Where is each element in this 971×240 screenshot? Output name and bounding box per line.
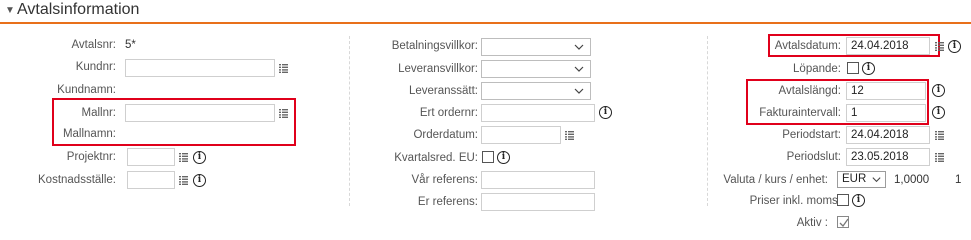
fakturaintervall-label: Fakturaintervall:: [759, 107, 841, 119]
column-separator: [349, 36, 350, 206]
avtalslangd-input[interactable]: [846, 82, 926, 100]
column-separator: [707, 36, 708, 206]
kundnr-input[interactable]: [125, 59, 275, 77]
info-icon[interactable]: i: [852, 194, 865, 207]
valuta-select-value: EUR: [842, 173, 867, 185]
priser-label: Priser inkl. moms:: [749, 195, 841, 207]
collapse-triangle-icon[interactable]: ▼: [5, 5, 15, 16]
checkmark-icon: [839, 218, 849, 228]
list-icon[interactable]: [935, 131, 944, 140]
list-icon[interactable]: [279, 109, 288, 118]
avtalsdatum-label: Avtalsdatum:: [774, 40, 841, 52]
kostnadsstalle-input[interactable]: [127, 171, 175, 189]
kurs-value: 1,0000: [894, 174, 930, 186]
section-header[interactable]: ▼ Avtalsinformation: [0, 0, 971, 24]
info-icon[interactable]: i: [193, 151, 206, 164]
aktiv-checkbox[interactable]: [837, 216, 849, 228]
priser-checkbox[interactable]: [837, 194, 849, 206]
projektnr-input[interactable]: [127, 148, 175, 166]
periodstart-label: Periodstart:: [782, 129, 841, 141]
valuta-label: Valuta / kurs / enhet:: [723, 174, 828, 186]
valuta-select[interactable]: EUR: [837, 171, 886, 188]
kostnadsstalle-label: Kostnadsställe:: [38, 174, 116, 186]
var-referens-label: Vår referens:: [411, 174, 478, 186]
avtalsnr-value: 5*: [125, 39, 136, 51]
info-icon[interactable]: i: [862, 62, 875, 75]
orderdatum-input[interactable]: [481, 126, 561, 144]
er-referens-label: Er referens:: [417, 196, 478, 208]
list-icon[interactable]: [279, 64, 288, 73]
lopande-label: Löpande:: [793, 63, 841, 75]
kvartalsred-label: Kvartalsred. EU:: [394, 152, 478, 164]
info-icon[interactable]: i: [932, 106, 945, 119]
section-title: Avtalsinformation: [17, 1, 140, 18]
list-icon[interactable]: [179, 176, 188, 185]
kundnamn-label: Kundnamn:: [57, 84, 116, 96]
lopande-checkbox[interactable]: [847, 62, 859, 74]
leveransvillkor-label: Leveransvillkor:: [398, 63, 478, 75]
er-referens-input[interactable]: [481, 193, 595, 211]
chevron-down-icon: [574, 44, 584, 50]
list-icon[interactable]: [179, 153, 188, 162]
avtalsdatum-input[interactable]: [846, 37, 930, 55]
list-icon[interactable]: [935, 42, 944, 51]
mallnamn-label: Mallnamn:: [62, 128, 116, 140]
info-icon[interactable]: i: [948, 40, 961, 53]
periodslut-input[interactable]: [846, 148, 930, 166]
chevron-down-icon: [574, 88, 584, 94]
projektnr-label: Projektnr:: [66, 151, 116, 163]
betalningsvillkor-label: Betalningsvillkor:: [391, 40, 478, 52]
ert-ordernr-input[interactable]: [481, 104, 595, 122]
list-icon[interactable]: [935, 153, 944, 162]
avtalslangd-label: Avtalslängd:: [778, 85, 841, 97]
kvartalsred-checkbox[interactable]: [482, 151, 494, 163]
leveranssatt-select[interactable]: [481, 82, 591, 100]
chevron-down-icon: [872, 177, 881, 183]
info-icon[interactable]: i: [599, 106, 612, 119]
kundnr-label: Kundnr:: [75, 61, 116, 73]
info-icon[interactable]: i: [497, 151, 510, 164]
info-icon[interactable]: i: [932, 84, 945, 97]
list-icon[interactable]: [565, 131, 574, 140]
ert-ordernr-label: Ert ordernr:: [419, 107, 478, 119]
avtalsnr-label: Avtalsnr:: [71, 39, 116, 51]
betalningsvillkor-select[interactable]: [481, 38, 591, 56]
var-referens-input[interactable]: [481, 171, 595, 189]
periodslut-label: Periodslut:: [786, 151, 841, 163]
info-icon[interactable]: i: [193, 174, 206, 187]
leveranssatt-label: Leveranssätt:: [408, 85, 478, 97]
orderdatum-label: Orderdatum:: [413, 129, 478, 141]
leveransvillkor-select[interactable]: [481, 60, 591, 78]
fakturaintervall-input[interactable]: [846, 104, 926, 122]
periodstart-input[interactable]: [846, 126, 930, 144]
mallnr-input[interactable]: [125, 104, 275, 122]
aktiv-label: Aktiv :: [796, 217, 828, 229]
chevron-down-icon: [574, 66, 584, 72]
section-divider: [0, 22, 971, 24]
enhet-value: 1: [955, 174, 962, 186]
mallnr-label: Mallnr:: [81, 107, 116, 119]
